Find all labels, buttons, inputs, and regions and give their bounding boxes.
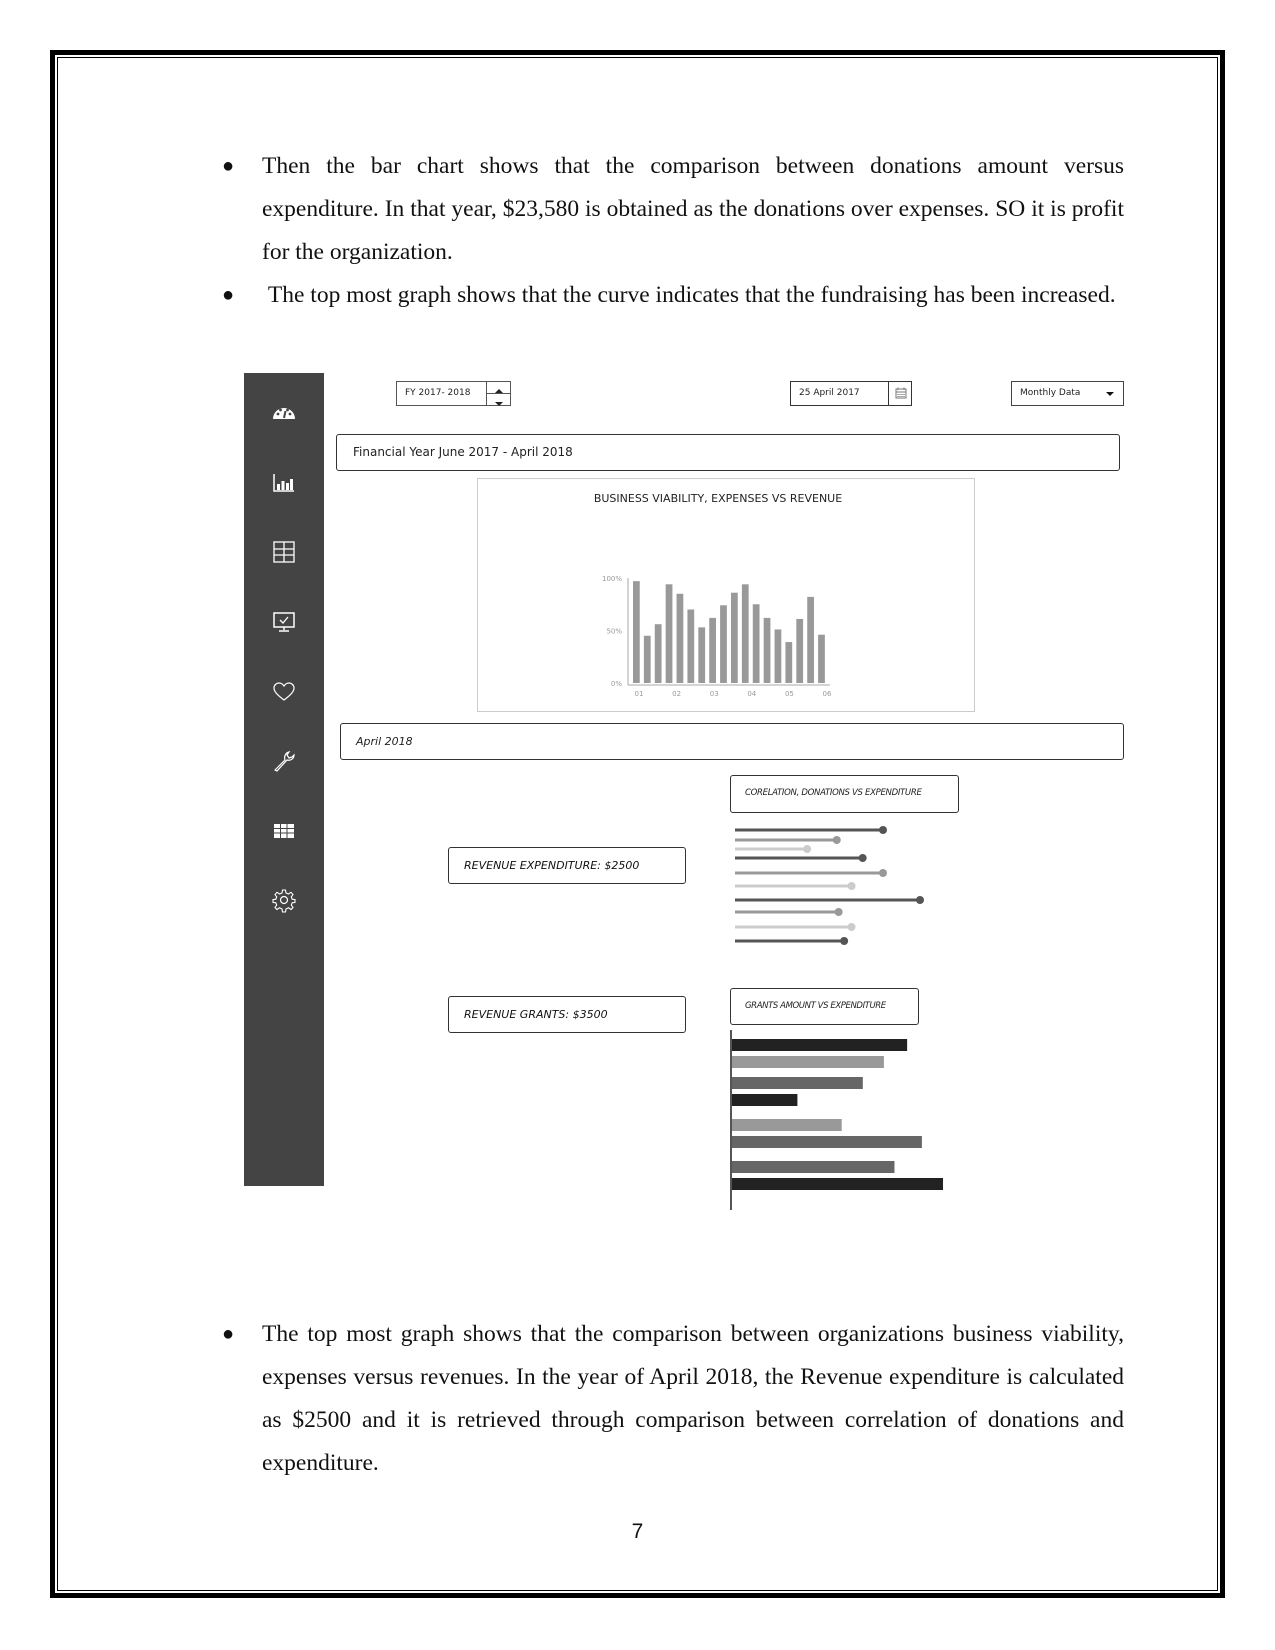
view-select[interactable]: Monthly Data [1011,381,1124,406]
lollipop-dot [847,923,856,931]
paragraph-fundraising: The top most graph shows that the curve … [262,282,1116,308]
spinner-up-button[interactable] [487,382,511,394]
lollipop-dot [832,836,841,844]
fiscal-year-spinner[interactable]: FY 2017- 2018 [396,381,511,406]
chart-title: BUSINESS VIABILITY, EXPENSES VS REVENUE [594,492,842,505]
lollipop-dot [847,882,856,890]
page-number: 7 [631,1520,644,1543]
revenue-expenditure-value: REVENUE EXPENDITURE: $2500 [464,859,640,872]
lollipop-dot [840,937,849,945]
bullet-dot: ● [222,155,235,177]
grant-bar [732,1077,863,1089]
calendar-button[interactable] [888,382,912,405]
correlation-chart [735,826,924,945]
bar [709,617,716,683]
bar [818,634,825,683]
grant-bar [732,1161,895,1173]
lollipop-dot [916,896,924,904]
bar [687,609,695,683]
business-viability-chart: BUSINESS VIABILITY, EXPENSES VS REVENUE … [477,478,975,712]
grant-bar [732,1178,943,1190]
heart-icon[interactable] [270,678,298,706]
bar [763,617,771,683]
grants-title-box: GRANTS AMOUNT VS EXPENDITURE [730,988,919,1025]
bar [698,627,706,683]
date-picker[interactable]: 25 April 2017 [790,381,912,406]
lollipop-dot [879,826,887,834]
wrench-icon[interactable] [270,747,298,775]
lollipop-dot [803,845,812,853]
monitor-check-icon[interactable] [270,608,298,636]
x-tick-label: 05 [785,690,794,698]
grant-bar [732,1119,842,1131]
correlation-title-box: CORELATION, DONATIONS VS EXPENDITURE [730,775,959,813]
date-value: 25 April 2017 [799,388,860,398]
calendar-icon [895,387,907,399]
x-tick-label: 04 [747,690,756,698]
correlation-title: CORELATION, DONATIONS VS EXPENDITURE [745,788,922,798]
y-tick-label: 50% [606,628,622,636]
bar [796,618,804,683]
bar [654,624,662,683]
sidebar [244,373,324,1186]
bullet-dot: ● [222,284,235,306]
bar [785,642,793,683]
bar [731,592,738,683]
lollipop-dot [834,908,843,916]
dashboard-gauge-icon[interactable] [270,399,298,427]
y-tick-label: 100% [602,575,622,583]
x-tick-label: 02 [672,690,681,698]
bar-chart-icon[interactable] [270,469,298,497]
fiscal-year-value: FY 2017- 2018 [405,388,471,398]
grid-icon[interactable] [270,538,298,566]
grants-title: GRANTS AMOUNT VS EXPENDITURE [745,1001,886,1011]
revenue-expenditure-card: REVENUE EXPENDITURE: $2500 [448,847,686,884]
revenue-grants-value: REVENUE GRANTS: $3500 [464,1008,608,1021]
period-label: April 2018 [356,735,413,748]
spinner-down-button[interactable] [487,394,511,406]
x-tick-label: 03 [710,690,719,698]
gear-icon[interactable] [270,886,298,914]
bar [807,596,814,683]
caret-down-icon [495,402,503,406]
grants-chart [730,1030,943,1210]
bar [676,593,684,683]
bar [633,581,640,683]
financial-year-banner: Financial Year June 2017 - April 2018 [336,434,1120,471]
paragraph-donations: Then the bar chart shows that the compar… [262,153,1124,265]
bar [752,604,760,683]
bullet-dot: ● [222,1323,235,1345]
view-select-value: Monthly Data [1020,388,1081,398]
grant-bar [732,1136,922,1148]
period-banner: April 2018 [340,723,1124,760]
paragraph-viability: The top most graph shows that the compar… [262,1321,1124,1476]
bar [665,584,673,683]
bar [643,635,651,683]
bar [774,629,782,683]
bar [720,605,727,683]
spinner-buttons [486,382,511,406]
revenue-grants-card: REVENUE GRANTS: $3500 [448,996,686,1033]
y-tick-label: 0% [611,680,622,688]
grant-bar [732,1094,798,1106]
bar [741,584,749,683]
dropdown-caret-icon [1106,392,1114,396]
financial-year-label: Financial Year June 2017 - April 2018 [353,445,573,459]
business-viability-chart-svg: BUSINESS VIABILITY, EXPENSES VS REVENUE … [594,492,842,698]
table-icon[interactable] [270,817,298,845]
grant-bar [732,1039,908,1051]
grant-bar [732,1056,884,1068]
lollipop-dot [879,869,887,877]
lollipop-dot [858,854,867,862]
x-tick-label: 01 [635,690,644,698]
x-tick-label: 06 [823,690,832,698]
